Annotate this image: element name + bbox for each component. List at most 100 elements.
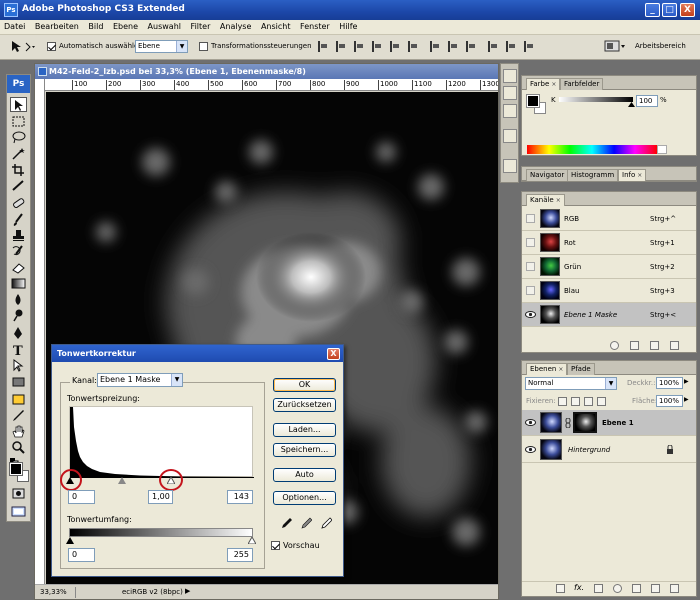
- brushes-panel-icon[interactable]: [503, 159, 517, 173]
- lock-pixels-icon[interactable]: [571, 397, 580, 406]
- color-spectrum-bar[interactable]: [527, 145, 657, 154]
- eyedropper-tool-icon[interactable]: [10, 408, 27, 423]
- link-icon[interactable]: [565, 418, 571, 428]
- white-eyedropper-icon[interactable]: [320, 517, 332, 530]
- opacity-arrow-icon[interactable]: ▶: [684, 378, 689, 385]
- lock-transparency-icon[interactable]: [558, 397, 567, 406]
- distribute-right-icon[interactable]: [524, 41, 534, 52]
- gray-eyedropper-icon[interactable]: [300, 517, 312, 530]
- new-layer-icon[interactable]: [651, 584, 660, 593]
- distribute-hcenter-icon[interactable]: [506, 41, 516, 52]
- color-white-swatch[interactable]: [657, 145, 667, 154]
- foreground-color-swatch[interactable]: [9, 462, 23, 476]
- blur-tool-icon[interactable]: [10, 292, 27, 307]
- layer-thumbnail[interactable]: [540, 439, 562, 460]
- preview-checkbox[interactable]: [271, 541, 280, 550]
- marquee-tool-icon[interactable]: [10, 114, 27, 129]
- reset-button[interactable]: Zurücksetzen: [273, 398, 336, 412]
- channel-row-mask[interactable]: Ebene 1 Maske Strg+<: [522, 303, 696, 327]
- healing-brush-icon[interactable]: [10, 196, 27, 211]
- visibility-toggle[interactable]: [526, 262, 535, 271]
- eraser-tool-icon[interactable]: [10, 260, 27, 275]
- output-white-field[interactable]: 255: [227, 548, 253, 562]
- visibility-toggle[interactable]: [526, 286, 535, 295]
- tab-close-icon[interactable]: ×: [637, 172, 642, 179]
- auto-select-checkbox[interactable]: [47, 42, 56, 51]
- color-k-field[interactable]: 100: [636, 95, 658, 107]
- workspace-label[interactable]: Arbeitsbereich: [635, 42, 686, 50]
- pen-tool-icon[interactable]: [10, 326, 27, 341]
- tab-navigator[interactable]: Navigator: [526, 169, 569, 181]
- menu-fenster[interactable]: Fenster: [296, 20, 333, 31]
- color-k-handle[interactable]: [628, 102, 635, 107]
- quick-mask-icon[interactable]: [10, 486, 27, 501]
- tab-close-icon[interactable]: ×: [558, 366, 563, 373]
- tab-pfade[interactable]: Pfade: [567, 363, 595, 375]
- input-black-field[interactable]: 0: [68, 490, 95, 504]
- menu-ansicht[interactable]: Ansicht: [257, 20, 294, 31]
- options-button[interactable]: Optionen...: [273, 491, 336, 505]
- load-button[interactable]: Laden...: [273, 423, 336, 437]
- menu-bearbeiten[interactable]: Bearbeiten: [31, 20, 82, 31]
- zoom-tool-icon[interactable]: [10, 440, 27, 455]
- tab-info[interactable]: Info ×: [618, 169, 647, 181]
- rectangle-tool-icon[interactable]: [10, 374, 27, 389]
- input-gamma-field[interactable]: 1,00: [148, 490, 173, 504]
- magic-wand-icon[interactable]: [10, 146, 27, 161]
- tab-histogramm[interactable]: Histogramm: [567, 169, 619, 181]
- menu-auswahl[interactable]: Auswahl: [144, 20, 184, 31]
- brush-tool-icon[interactable]: [10, 212, 27, 227]
- delete-channel-icon[interactable]: [670, 341, 679, 350]
- tab-close-icon[interactable]: ×: [556, 197, 561, 204]
- output-white-handle[interactable]: [248, 537, 256, 544]
- menu-bild[interactable]: Bild: [84, 20, 106, 31]
- screen-mode-icon[interactable]: [10, 504, 27, 519]
- color-fg-swatch[interactable]: [526, 94, 540, 108]
- maximize-button[interactable]: □: [662, 3, 677, 17]
- fill-field[interactable]: 100%: [656, 395, 683, 407]
- new-channel-icon[interactable]: [650, 341, 659, 350]
- hand-tool-icon[interactable]: [10, 424, 27, 439]
- crop-tool-icon[interactable]: [10, 162, 27, 177]
- auto-button[interactable]: Auto: [273, 468, 336, 482]
- blend-mode-dropdown[interactable]: Normal ▼: [525, 377, 617, 390]
- menu-filter[interactable]: Filter: [187, 20, 214, 31]
- status-menu-arrow-icon[interactable]: ▶: [185, 587, 190, 595]
- layer-row-hintergrund[interactable]: Hintergrund: [522, 437, 696, 463]
- delete-layer-icon[interactable]: [670, 584, 679, 593]
- minimize-button[interactable]: _: [645, 3, 660, 17]
- load-selection-icon[interactable]: [610, 341, 619, 350]
- opacity-field[interactable]: 100%: [656, 377, 683, 389]
- input-white-field[interactable]: 143: [227, 490, 253, 504]
- output-black-handle[interactable]: [66, 537, 74, 544]
- visibility-toggle[interactable]: [526, 238, 535, 247]
- fill-arrow-icon[interactable]: ▶: [684, 396, 689, 403]
- channel-dropdown[interactable]: Ebene 1 Maske ▼: [97, 373, 183, 387]
- tools-panel-icon[interactable]: [503, 129, 517, 143]
- tab-ebenen[interactable]: Ebenen ×: [526, 363, 568, 375]
- ok-button[interactable]: OK: [273, 378, 336, 392]
- align-top-icon[interactable]: [318, 41, 328, 52]
- layer-row-ebene-1[interactable]: Ebene 1: [522, 410, 696, 436]
- menu-ebene[interactable]: Ebene: [109, 20, 141, 31]
- align-vertical-center-icon[interactable]: [336, 41, 346, 52]
- move-tool-button[interactable]: [10, 97, 27, 112]
- color-k-slider[interactable]: [559, 97, 633, 102]
- black-eyedropper-icon[interactable]: [280, 517, 292, 530]
- new-group-icon[interactable]: [632, 584, 641, 593]
- menu-datei[interactable]: Datei: [0, 20, 28, 31]
- dialog-close-button[interactable]: X: [327, 348, 340, 360]
- zoom-level[interactable]: 33,33%: [40, 588, 67, 596]
- channel-row-rot[interactable]: Rot Strg+1: [522, 231, 696, 255]
- clone-stamp-icon[interactable]: [10, 228, 27, 243]
- layer-comps-icon[interactable]: [503, 104, 517, 118]
- history-panel-icon[interactable]: [503, 69, 517, 83]
- align-left-icon[interactable]: [372, 41, 382, 52]
- align-right-icon[interactable]: [408, 41, 418, 52]
- align-bottom-icon[interactable]: [354, 41, 364, 52]
- tab-farbfelder[interactable]: Farbfelder: [560, 78, 604, 90]
- save-selection-icon[interactable]: [630, 341, 639, 350]
- dodge-tool-icon[interactable]: [10, 308, 27, 323]
- distribute-top-icon[interactable]: [430, 41, 440, 52]
- add-mask-icon[interactable]: [594, 584, 603, 593]
